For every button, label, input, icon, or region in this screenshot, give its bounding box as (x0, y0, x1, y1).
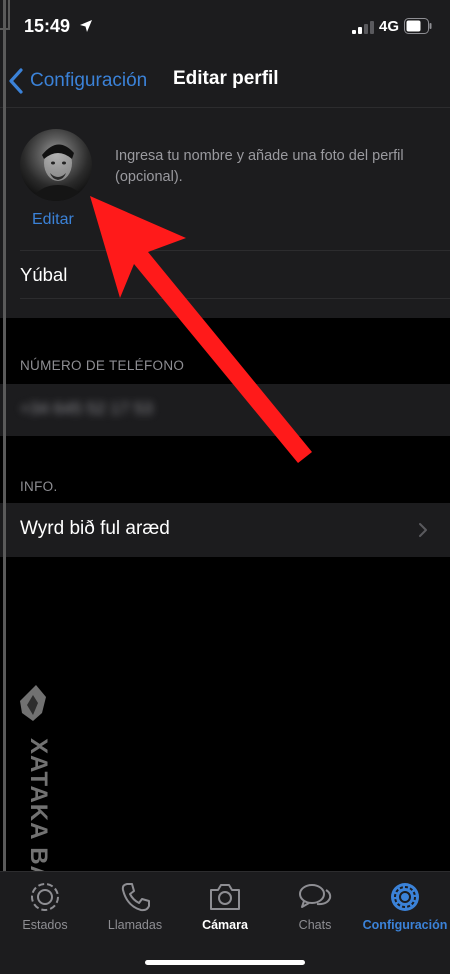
back-label: Configuración (30, 70, 148, 91)
status-bar: 15:49 4G (0, 0, 450, 56)
status-icon (31, 883, 59, 911)
back-button[interactable]: Configuración (8, 66, 147, 96)
phone-icon (121, 883, 150, 912)
tab-llamadas[interactable]: Llamadas (90, 880, 180, 944)
avatar[interactable] (20, 129, 92, 201)
info-row[interactable]: Wyrd bið ful aræd (0, 503, 450, 557)
settings-gear-icon (391, 883, 419, 911)
chat-bubbles-icon (299, 884, 332, 908)
left-edge-corner (0, 0, 10, 30)
tab-chats[interactable]: Chats (270, 880, 360, 944)
cellular-signal-icon (352, 21, 374, 34)
tab-label: Chats (298, 918, 332, 932)
phone-section-header: NÚMERO DE TELÉFONO (20, 358, 185, 373)
profile-hint: Ingresa tu nombre y añade una foto del p… (115, 148, 404, 185)
tab-estados[interactable]: Estados (0, 880, 90, 944)
home-indicator (145, 960, 305, 965)
phone-number-value: +34 645 52 17 53 (20, 399, 153, 418)
camera-icon (210, 884, 240, 910)
network-type: 4G (379, 18, 400, 35)
tab-configuracion[interactable]: Configuración (360, 880, 450, 944)
name-field[interactable]: Yúbal (20, 251, 450, 299)
tab-camara[interactable]: Cámara (180, 880, 270, 944)
tab-label: Llamadas (107, 918, 163, 932)
status-time: 15:49 (24, 16, 71, 36)
chevron-left-icon (9, 68, 23, 94)
divider (20, 298, 450, 299)
info-section-header: INFO. (20, 479, 58, 494)
battery-icon (404, 18, 432, 34)
tab-label: Estados (22, 918, 68, 932)
profile-photo (30, 144, 86, 201)
phone-row: +34 645 52 17 53 (0, 384, 450, 436)
chevron-right-icon (419, 523, 427, 537)
profile-section: Editar Ingresa tu nombre y añade una fot… (0, 108, 450, 318)
left-edge-line (3, 0, 6, 974)
navigation-bar: Configuración Editar perfil (0, 56, 450, 108)
page-title: Editar perfil (173, 68, 279, 89)
location-arrow-icon (80, 20, 92, 32)
edit-photo-link[interactable]: Editar (32, 211, 74, 229)
tab-bar: Estados Llamadas Cámara Chats Configurac… (0, 871, 450, 974)
tab-label: Configuración (362, 918, 448, 932)
xataka-logo-icon (20, 685, 46, 721)
tab-label: Cámara (202, 918, 248, 932)
info-value: Wyrd bið ful aræd (20, 518, 170, 539)
